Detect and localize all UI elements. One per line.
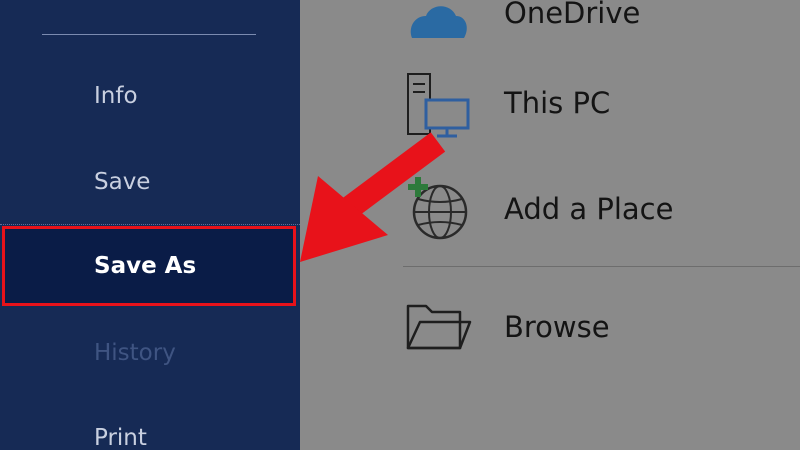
- cloud-icon: [410, 6, 467, 38]
- place-label: Browse: [504, 310, 610, 344]
- computer-icon: [407, 73, 470, 138]
- sidebar-item-print[interactable]: Print: [0, 418, 300, 450]
- place-onedrive[interactable]: OneDrive: [400, 0, 800, 40]
- place-label: This PC: [504, 86, 611, 120]
- place-label: OneDrive: [504, 0, 641, 30]
- sidebar-item-label: Print: [94, 425, 147, 450]
- save-as-screen: Info Save Save As History Print OneDrive: [0, 0, 800, 450]
- sidebar-item-save-as[interactable]: Save As: [2, 226, 296, 306]
- sidebar-item-label: Info: [94, 83, 138, 109]
- sidebar-divider: [42, 34, 256, 35]
- place-this-pc[interactable]: This PC: [400, 66, 800, 146]
- sidebar-item-save[interactable]: Save: [0, 162, 300, 202]
- place-browse[interactable]: Browse: [400, 290, 800, 370]
- place-label: Add a Place: [504, 192, 674, 226]
- folder-icon: [406, 304, 472, 350]
- backstage-sidebar: Info Save Save As History Print: [0, 0, 300, 450]
- sidebar-dotted-divider: [0, 224, 300, 225]
- content-divider: [403, 266, 800, 267]
- sidebar-item-label: History: [94, 340, 176, 366]
- sidebar-item-label: Save: [94, 169, 151, 195]
- sidebar-item-info[interactable]: Info: [0, 76, 300, 116]
- sidebar-item-history[interactable]: History: [0, 333, 300, 373]
- add-globe-icon: [408, 177, 468, 240]
- sidebar-item-label: Save As: [94, 253, 197, 279]
- place-add-a-place[interactable]: Add a Place: [400, 172, 800, 252]
